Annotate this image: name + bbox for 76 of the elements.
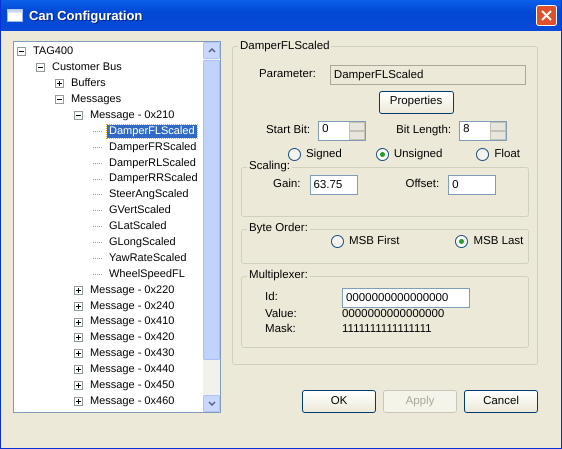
scroll-down-button[interactable]	[203, 395, 220, 412]
plus-box-icon[interactable]	[55, 79, 64, 88]
plus-box-icon[interactable]	[74, 302, 83, 311]
plus-box-icon[interactable]	[74, 333, 83, 342]
chevron-up-icon	[208, 48, 216, 53]
id-field[interactable]: 0000000000000000	[342, 288, 470, 308]
properties-button[interactable]: Properties	[378, 90, 454, 114]
tree-item[interactable]: GLatScaled	[107, 220, 168, 234]
tree-item[interactable]: Message - 0x210	[88, 108, 176, 122]
tree-item[interactable]: Message - 0x420	[88, 331, 176, 345]
group-title: DamperFLScaled	[239, 41, 330, 52]
tree-item[interactable]: DamperRRScaled	[107, 172, 200, 186]
tree-item[interactable]: Message - 0x220	[88, 284, 176, 297]
tree-item[interactable]: YawRateScaled	[107, 252, 188, 266]
plus-box-icon[interactable]	[74, 286, 83, 295]
field-label: Start Bit:	[266, 124, 310, 138]
minus-box-icon[interactable]	[55, 95, 64, 104]
tree-item[interactable]: Messages	[69, 93, 124, 106]
field-label: Parameter:	[259, 68, 316, 82]
radio-label[interactable]: MSB First	[349, 234, 400, 249]
offset-field[interactable]: 0	[448, 174, 496, 195]
field-label: Value:	[265, 308, 298, 322]
radio-label[interactable]: Signed	[306, 148, 342, 162]
tree-item[interactable]: Message - 0x410	[88, 315, 176, 329]
plus-box-icon[interactable]	[74, 381, 83, 390]
tree-item[interactable]: Message - 0x440	[88, 363, 176, 376]
tree-item[interactable]: TAG400	[31, 45, 76, 59]
minus-box-icon[interactable]	[17, 47, 26, 56]
parameter-field[interactable]: DamperFLScaled	[330, 64, 526, 84]
chevron-down-icon	[208, 401, 216, 406]
tree-item[interactable]: Message - 0x450	[88, 379, 176, 392]
group-title: Multiplexer:	[248, 270, 309, 282]
close-icon	[541, 10, 552, 21]
tree-item[interactable]: Customer Bus	[50, 61, 124, 74]
field-label: Bit Length:	[396, 124, 452, 138]
dialog-button[interactable]: Cancel	[464, 390, 538, 413]
plus-box-icon[interactable]	[74, 365, 83, 374]
dialog-button[interactable]: OK	[302, 390, 376, 413]
tree-item[interactable]: DamperFRScaled	[107, 140, 198, 154]
radio-button[interactable]	[376, 148, 389, 161]
plus-box-icon[interactable]	[74, 397, 83, 406]
plus-box-icon[interactable]	[74, 349, 83, 358]
minus-box-icon[interactable]	[74, 111, 83, 120]
field-label: Offset:	[406, 178, 440, 192]
scrollbar-thumb[interactable]	[203, 60, 220, 360]
tree-item[interactable]: GVertScaled	[107, 204, 173, 218]
mask-text: 1111111111111111	[342, 322, 432, 336]
gain-field[interactable]: 63.75	[310, 174, 358, 195]
radio-button[interactable]	[455, 235, 468, 248]
tree-item[interactable]: GLongScaled	[107, 236, 178, 250]
scroll-up-button[interactable]	[203, 42, 220, 59]
field-label: Id:	[265, 290, 279, 305]
radio-label[interactable]: MSB Last	[473, 234, 524, 249]
radio-button[interactable]	[331, 235, 344, 248]
close-button[interactable]	[536, 5, 557, 26]
value-text: 0000000000000000	[342, 308, 444, 322]
window-title: Can Configuration	[29, 8, 144, 24]
tree-item[interactable]: DamperRLScaled	[107, 156, 198, 170]
tree-item[interactable]: Buffers	[69, 77, 108, 90]
tree-item[interactable]: WheelSpeedFL	[107, 268, 187, 281]
minus-box-icon[interactable]	[36, 63, 45, 72]
radio-label[interactable]: Float	[494, 148, 520, 162]
tree-item[interactable]: Message - 0x430	[88, 347, 176, 360]
tree-item[interactable]: SteerAngScaled	[107, 188, 190, 202]
window-icon	[7, 9, 23, 22]
group-title: Byte Order:	[248, 223, 309, 235]
tree-item[interactable]: DamperFLScaled	[107, 124, 197, 138]
tree-item[interactable]: Message - 0x460	[88, 394, 176, 408]
plus-box-icon[interactable]	[74, 318, 83, 327]
radio-button[interactable]	[476, 148, 490, 161]
radio-label[interactable]: Unsigned	[394, 148, 442, 162]
group-title: Scaling:	[248, 161, 291, 173]
field-label: Mask:	[265, 322, 297, 336]
tree-item[interactable]: Message - 0x240	[88, 300, 176, 313]
field-label: Gain:	[273, 178, 300, 192]
radio-button[interactable]	[288, 148, 301, 161]
